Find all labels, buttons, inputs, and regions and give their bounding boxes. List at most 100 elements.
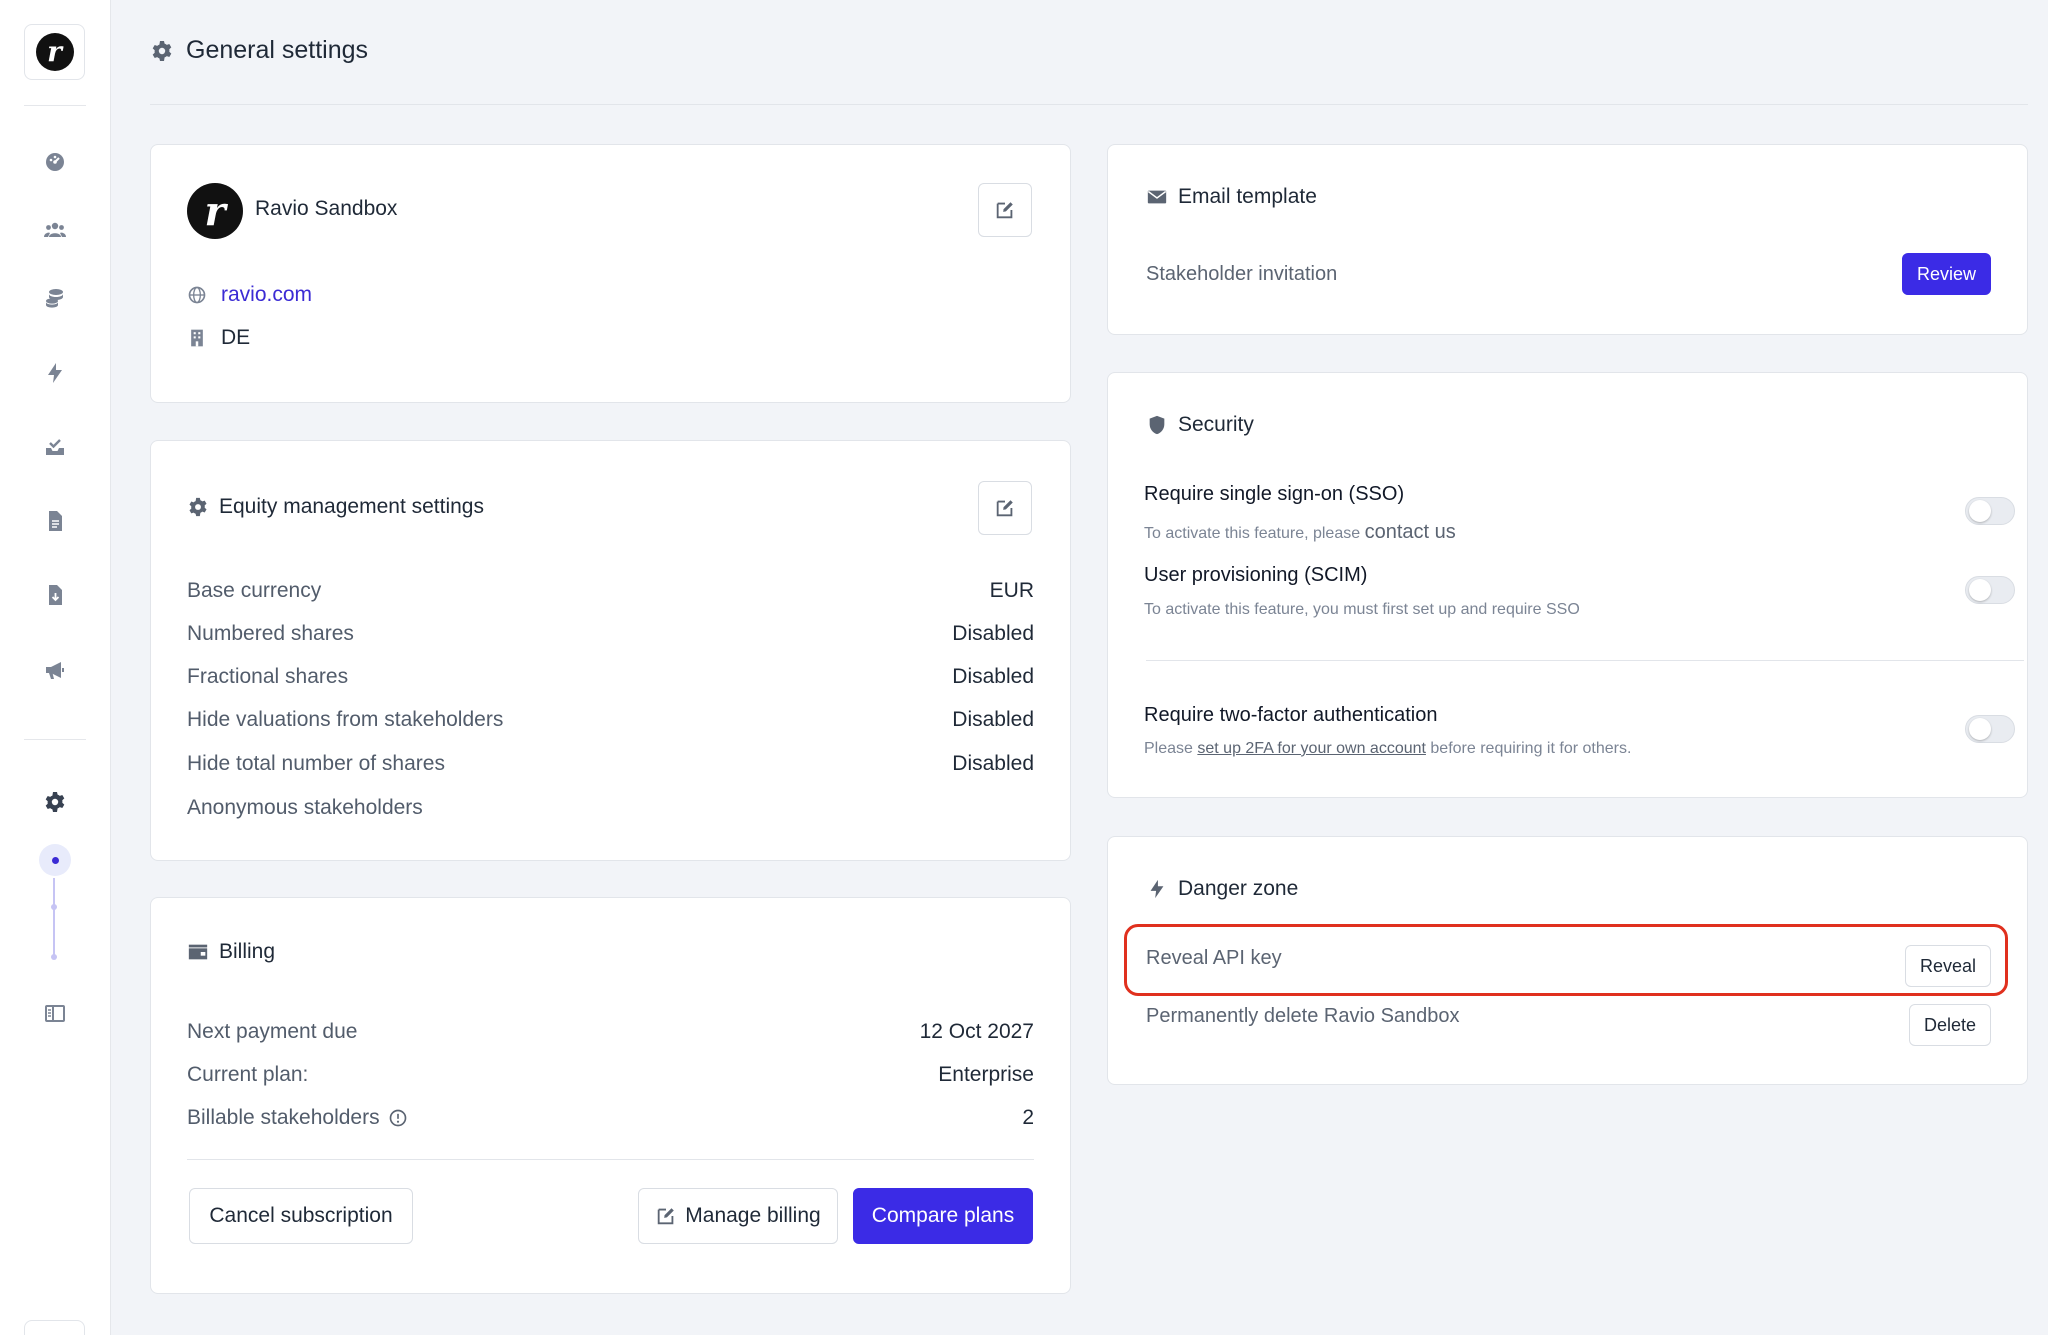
equity-row: Fractional shares Disabled: [187, 662, 1034, 692]
page-header: General settings: [150, 36, 368, 65]
reveal-api-key-highlight: [1124, 924, 2008, 996]
sidebar-item-activity[interactable]: [40, 358, 70, 388]
edit-icon: [658, 1208, 675, 1225]
envelope-icon: [1147, 190, 1167, 204]
row-value: Disabled: [952, 752, 1034, 775]
two-factor-toggle[interactable]: [1965, 715, 2015, 743]
row-value: 12 Oct 2027: [919, 1020, 1034, 1043]
row-label: Hide total number of shares: [187, 752, 445, 775]
toggle-knob: [1969, 579, 1991, 601]
settings-subitem-dot[interactable]: [51, 954, 57, 960]
two-factor-title: Require two-factor authentication: [1144, 704, 1438, 726]
equity-row: Base currency EUR: [187, 576, 1034, 606]
stakeholder-invitation-label: Stakeholder invitation: [1146, 263, 1338, 285]
delete-workspace-button[interactable]: Delete: [1908, 1004, 1991, 1046]
equity-row: Hide total number of shares Disabled: [187, 749, 1034, 779]
row-value: EUR: [989, 579, 1034, 602]
two-factor-description: Please set up 2FA for your own account b…: [1144, 740, 1631, 758]
email-template-card: Email template Stakeholder invitation Re…: [1107, 144, 2028, 335]
document-icon: [49, 511, 62, 531]
compare-plans-button[interactable]: Compare plans: [853, 1188, 1033, 1244]
row-value: Disabled: [952, 665, 1034, 688]
scim-toggle[interactable]: [1965, 576, 2015, 604]
settings-subitem-dot[interactable]: [51, 904, 57, 910]
sidebar-item-reports[interactable]: [40, 580, 70, 610]
edit-icon: [996, 500, 1013, 517]
billing-row: Next payment due 12 Oct 2027: [187, 1017, 1034, 1047]
review-button[interactable]: Review: [1901, 253, 1991, 295]
stakeholders-icon: [44, 222, 66, 237]
setup-2fa-link[interactable]: set up 2FA for your own account: [1197, 740, 1426, 757]
organization-name: Ravio Sandbox: [255, 197, 398, 220]
sidebar-item-documents[interactable]: [40, 506, 70, 536]
logo-icon: r: [35, 33, 74, 71]
billing-card-header: Billing: [187, 940, 275, 964]
sidebar: r: [0, 0, 111, 1335]
sidebar-item-equity[interactable]: [40, 283, 70, 313]
sso-toggle[interactable]: [1965, 497, 2015, 525]
toggle-knob: [1969, 718, 1991, 740]
row-label: Base currency: [187, 579, 322, 602]
billing-card: Billing Next payment due 12 Oct 2027 Cur…: [150, 897, 1071, 1294]
lightning-icon: [48, 363, 62, 383]
row-label: Billable stakeholders: [187, 1106, 380, 1129]
building-icon: [191, 329, 203, 347]
gear-icon: [189, 497, 207, 517]
globe-icon: [188, 286, 206, 304]
billing-row: Billable stakeholders 2: [187, 1103, 1034, 1133]
country-row: DE: [187, 326, 250, 350]
sidebar-item-stakeholders[interactable]: [40, 215, 70, 245]
contact-us-link[interactable]: contact us: [1365, 521, 1456, 543]
security-card-title: Security: [1178, 413, 1254, 436]
row-value: 2: [1022, 1106, 1034, 1129]
website-link[interactable]: ravio.com: [221, 283, 312, 307]
equity-row: Numbered shares Disabled: [187, 619, 1034, 649]
row-value: Enterprise: [938, 1063, 1034, 1086]
sidebar-item-dashboard[interactable]: [40, 147, 70, 177]
shield-icon: [1149, 415, 1165, 435]
page-title: General settings: [186, 36, 369, 64]
sidebar-item-layout[interactable]: [40, 998, 70, 1028]
document-download-icon: [49, 585, 62, 605]
sidebar-divider: [24, 739, 86, 740]
info-icon[interactable]: [388, 1108, 408, 1128]
settings-general-subitem[interactable]: [39, 844, 71, 876]
equity-settings-card: Equity management settings Base currency…: [150, 440, 1071, 861]
row-label: Next payment due: [187, 1020, 358, 1043]
security-card-header: Security: [1146, 413, 1254, 437]
sidebar-item-tasks[interactable]: [40, 432, 70, 462]
country-code: DE: [221, 326, 251, 349]
edit-icon: [996, 202, 1013, 219]
app-logo[interactable]: r: [24, 24, 85, 80]
sidebar-item-announcements[interactable]: [40, 655, 70, 685]
sso-description: To activate this feature, please contact…: [1144, 521, 1456, 544]
manage-billing-button[interactable]: Manage billing: [638, 1188, 838, 1244]
row-label: Numbered shares: [187, 622, 354, 645]
dashboard-icon: [46, 153, 64, 171]
row-value: Disabled: [952, 708, 1034, 731]
cancel-subscription-button[interactable]: Cancel subscription: [189, 1188, 413, 1244]
equity-icon: [46, 289, 63, 308]
edit-organization-button[interactable]: [978, 183, 1032, 237]
scim-title: User provisioning (SCIM): [1144, 564, 1368, 586]
organization-avatar: r: [187, 183, 243, 239]
row-label: Hide valuations from stakeholders: [187, 708, 504, 731]
sidebar-item-settings[interactable]: [40, 787, 70, 817]
row-value: Disabled: [952, 622, 1034, 645]
two-factor-description-prefix: Please: [1144, 740, 1193, 757]
equity-row: Anonymous stakeholders: [187, 793, 1034, 823]
two-factor-description-suffix: before requiring it for others.: [1430, 740, 1632, 757]
security-divider: [1146, 660, 2024, 661]
megaphone-icon: [46, 662, 64, 679]
sidebar-account-button[interactable]: [24, 1320, 85, 1335]
inbox-check-icon: [46, 439, 64, 455]
equity-card-title: Equity management settings: [219, 495, 484, 518]
sidebar-divider: [24, 105, 86, 106]
edit-equity-settings-button[interactable]: [978, 481, 1032, 535]
gear-icon: [45, 792, 65, 812]
billing-card-title: Billing: [219, 940, 276, 963]
layout-icon: [45, 1005, 65, 1022]
row-label: Fractional shares: [187, 665, 349, 688]
sso-title: Require single sign-on (SSO): [1144, 483, 1405, 505]
billing-divider: [187, 1159, 1034, 1160]
